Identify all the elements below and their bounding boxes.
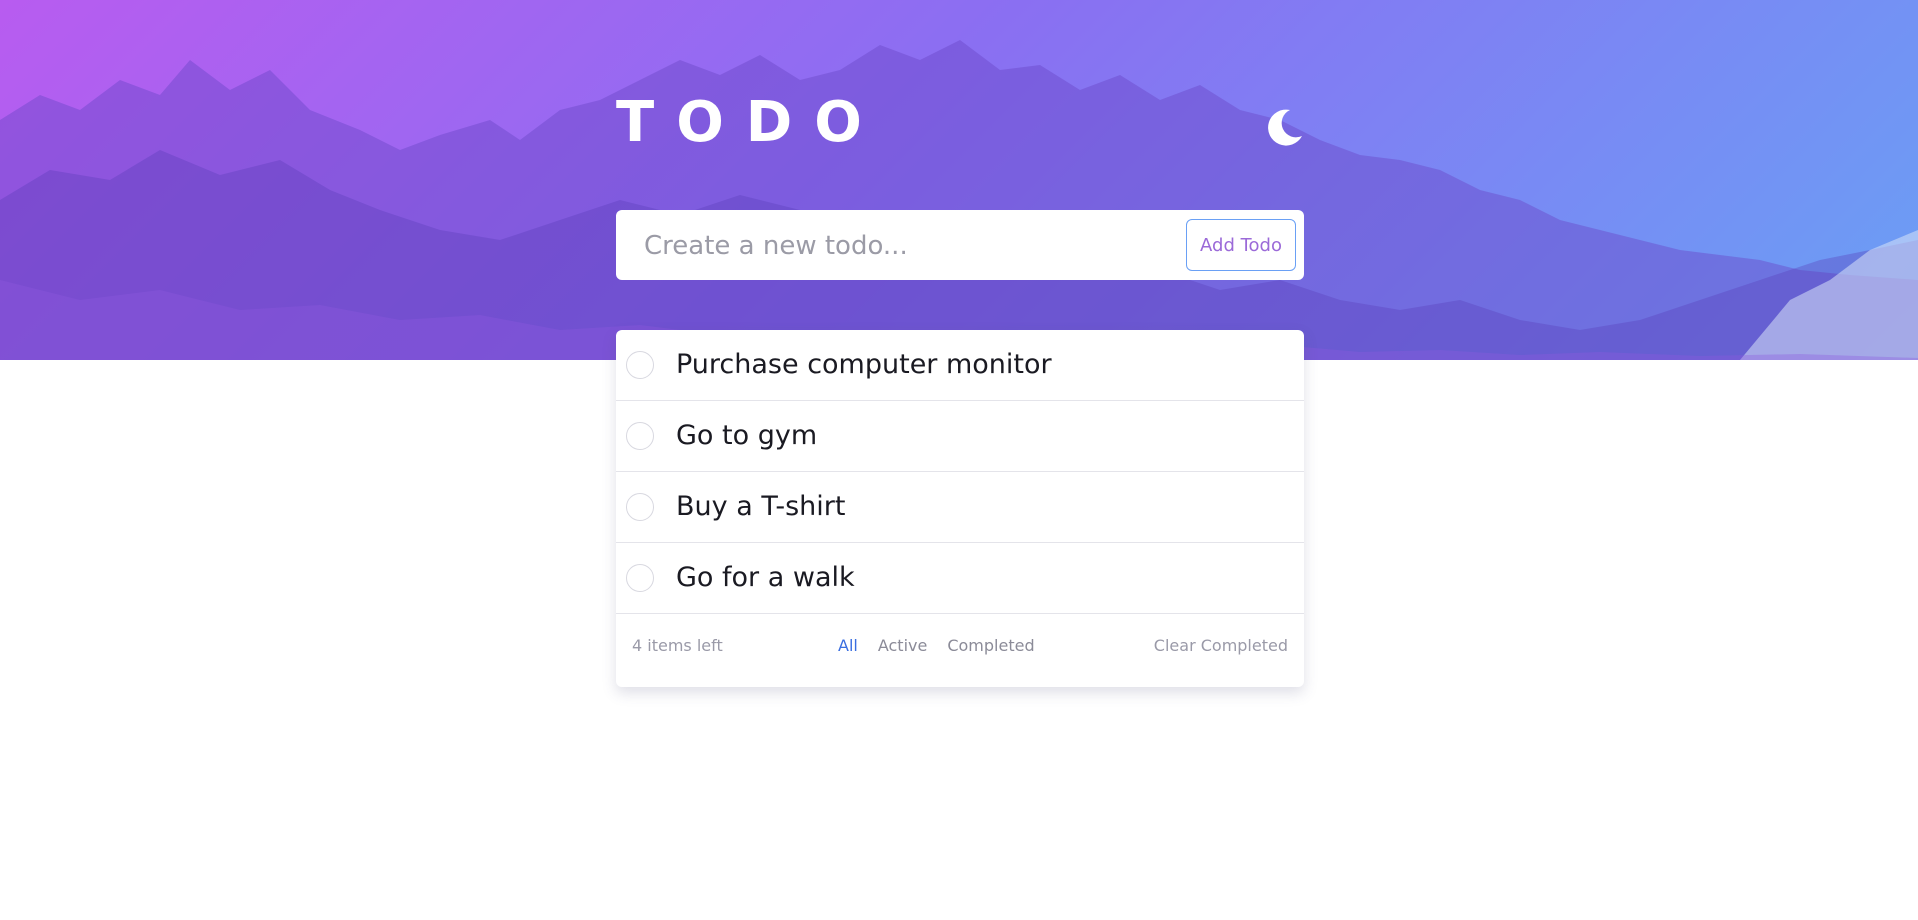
todo-list: Purchase computer monitor Go to gym Buy …: [616, 330, 1304, 687]
theme-toggle-button[interactable]: [1262, 106, 1306, 150]
todo-text[interactable]: Go for a walk: [676, 543, 855, 613]
todo-item: Go to gym: [616, 401, 1304, 472]
add-todo-button[interactable]: Add Todo: [1186, 219, 1296, 271]
filter-completed[interactable]: Completed: [947, 636, 1034, 655]
todo-item: Buy a T-shirt: [616, 472, 1304, 543]
todo-text[interactable]: Buy a T-shirt: [676, 472, 845, 542]
items-left-count: 4 items left: [632, 636, 723, 655]
filter-group: All Active Completed: [838, 636, 1035, 655]
new-todo-input[interactable]: [642, 222, 1156, 270]
app-title: TODO: [616, 90, 884, 155]
clear-completed-button[interactable]: Clear Completed: [1154, 636, 1288, 655]
todo-checkbox[interactable]: [626, 422, 654, 450]
filter-all[interactable]: All: [838, 636, 858, 655]
todo-item: Go for a walk: [616, 543, 1304, 614]
mountains-image: [0, 40, 1918, 360]
todo-checkbox[interactable]: [626, 351, 654, 379]
moon-icon: [1268, 109, 1302, 146]
todo-text[interactable]: Go to gym: [676, 401, 817, 471]
filter-active[interactable]: Active: [878, 636, 928, 655]
todo-checkbox[interactable]: [626, 493, 654, 521]
todo-footer: 4 items left All Active Completed Clear …: [616, 614, 1304, 680]
header-background: [0, 0, 1918, 360]
todo-checkbox[interactable]: [626, 564, 654, 592]
todo-item: Purchase computer monitor: [616, 330, 1304, 401]
todo-text[interactable]: Purchase computer monitor: [676, 330, 1052, 400]
new-todo-form: Add Todo: [616, 210, 1304, 280]
